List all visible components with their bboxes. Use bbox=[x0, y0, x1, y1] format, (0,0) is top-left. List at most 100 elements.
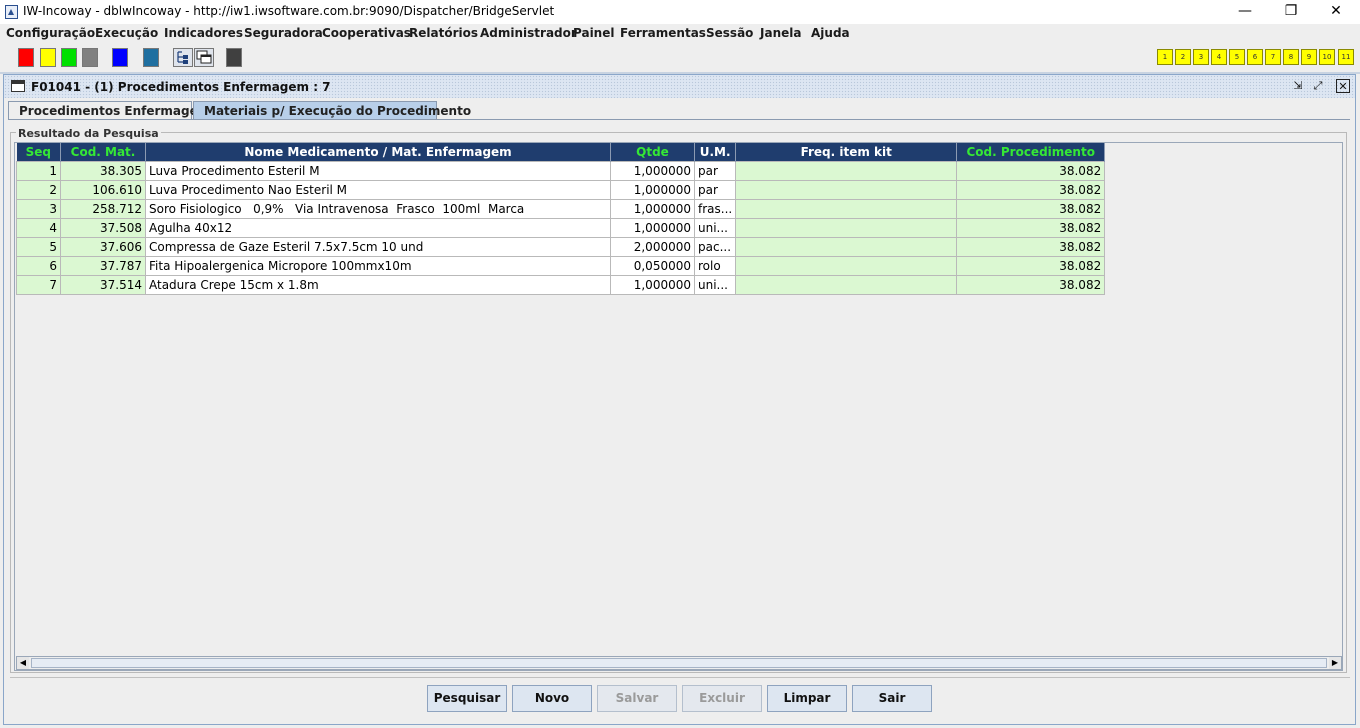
cell-seq[interactable]: 6 bbox=[16, 256, 61, 276]
cell-cod-procedimento[interactable]: 38.082 bbox=[956, 256, 1106, 276]
cell-cod-procedimento[interactable]: 38.082 bbox=[956, 199, 1106, 219]
gray-color-button[interactable] bbox=[82, 48, 98, 67]
quick-button-4[interactable]: 4 bbox=[1211, 49, 1227, 65]
cell-qtde[interactable]: 2,000000 bbox=[610, 237, 695, 257]
salvar-button[interactable]: Salvar bbox=[597, 685, 677, 712]
cell-qtde[interactable]: 1,000000 bbox=[610, 275, 695, 295]
column-header-seq[interactable]: Seq bbox=[16, 143, 61, 162]
quick-button-7[interactable]: 7 bbox=[1265, 49, 1281, 65]
table-row[interactable]: 6 37.787 Fita Hipoalergenica Micropore 1… bbox=[16, 256, 1106, 276]
cell-cod-mat[interactable]: 37.787 bbox=[60, 256, 146, 276]
cell-um[interactable]: fras... bbox=[693, 199, 737, 219]
quick-button-9[interactable]: 9 bbox=[1301, 49, 1317, 65]
excluir-button[interactable]: Excluir bbox=[682, 685, 762, 712]
quick-button-1[interactable]: 1 bbox=[1157, 49, 1173, 65]
cell-um[interactable]: par bbox=[693, 180, 737, 200]
cell-qtde[interactable]: 1,000000 bbox=[610, 218, 695, 238]
scrollbar-thumb[interactable] bbox=[31, 658, 1327, 668]
cell-cod-procedimento[interactable]: 38.082 bbox=[956, 218, 1106, 238]
column-header-cod-procedimento[interactable]: Cod. Procedimento bbox=[956, 143, 1106, 162]
cell-nome[interactable]: Soro Fisiologico 0,9% Via Intravenosa Fr… bbox=[145, 199, 611, 219]
scroll-left-icon[interactable]: ◀ bbox=[17, 657, 29, 669]
cell-seq[interactable]: 3 bbox=[16, 199, 61, 219]
cell-cod-mat[interactable]: 37.508 bbox=[60, 218, 146, 238]
menu-ajuda[interactable]: Ajuda bbox=[811, 26, 850, 40]
green-color-button[interactable] bbox=[61, 48, 77, 67]
menu-administrador[interactable]: Administrador bbox=[480, 26, 577, 40]
quick-button-6[interactable]: 6 bbox=[1247, 49, 1263, 65]
quick-button-3[interactable]: 3 bbox=[1193, 49, 1209, 65]
cell-seq[interactable]: 7 bbox=[16, 275, 61, 295]
windows-icon[interactable] bbox=[194, 48, 214, 67]
cell-nome[interactable]: Fita Hipoalergenica Micropore 100mmx10m bbox=[145, 256, 611, 276]
tree-view-icon[interactable] bbox=[173, 48, 193, 67]
menu-seguradora[interactable]: Seguradora bbox=[244, 26, 323, 40]
tab-procedimentos-enfermagem[interactable]: Procedimentos Enfermagem bbox=[8, 101, 210, 120]
menu-cooperativas[interactable]: Cooperativas bbox=[322, 26, 411, 40]
cell-cod-mat[interactable]: 37.514 bbox=[60, 275, 146, 295]
cell-um[interactable]: pac... bbox=[693, 237, 737, 257]
cell-freq[interactable] bbox=[735, 180, 958, 200]
minimize-icon[interactable]: — bbox=[1222, 0, 1268, 24]
cell-freq[interactable] bbox=[735, 237, 958, 257]
cell-nome[interactable]: Atadura Crepe 15cm x 1.8m bbox=[145, 275, 611, 295]
quick-button-5[interactable]: 5 bbox=[1229, 49, 1245, 65]
quick-button-10[interactable]: 10 bbox=[1319, 49, 1335, 65]
limpar-button[interactable]: Limpar bbox=[767, 685, 847, 712]
cell-cod-procedimento[interactable]: 38.082 bbox=[956, 180, 1106, 200]
cell-cod-procedimento[interactable]: 38.082 bbox=[956, 275, 1106, 295]
column-header-nome[interactable]: Nome Medicamento / Mat. Enfermagem bbox=[145, 143, 611, 162]
cell-qtde[interactable]: 1,000000 bbox=[610, 180, 695, 200]
tab-materiais-execucao[interactable]: Materiais p/ Execução do Procedimento bbox=[193, 101, 471, 120]
menu-painel[interactable]: Painel bbox=[573, 26, 614, 40]
quick-button-2[interactable]: 2 bbox=[1175, 49, 1191, 65]
cell-um[interactable]: rolo bbox=[693, 256, 737, 276]
menu-execucao[interactable]: Execução bbox=[95, 26, 158, 40]
table-row[interactable]: 4 37.508 Agulha 40x12 1,000000 uni... 38… bbox=[16, 218, 1106, 238]
dark-color-button[interactable] bbox=[226, 48, 242, 67]
close-icon[interactable]: ✕ bbox=[1313, 0, 1359, 24]
cell-seq[interactable]: 5 bbox=[16, 237, 61, 257]
table-row[interactable]: 2 106.610 Luva Procedimento Nao Esteril … bbox=[16, 180, 1106, 200]
cell-cod-mat[interactable]: 258.712 bbox=[60, 199, 146, 219]
cell-um[interactable]: par bbox=[693, 161, 737, 181]
cell-freq[interactable] bbox=[735, 275, 958, 295]
menu-janela[interactable]: Janela bbox=[760, 26, 801, 40]
cell-qtde[interactable]: 1,000000 bbox=[610, 199, 695, 219]
cell-cod-mat[interactable]: 106.610 bbox=[60, 180, 146, 200]
cell-freq[interactable] bbox=[735, 218, 958, 238]
cell-freq[interactable] bbox=[735, 161, 958, 181]
cell-seq[interactable]: 2 bbox=[16, 180, 61, 200]
red-color-button[interactable] bbox=[18, 48, 34, 67]
column-header-freq[interactable]: Freq. item kit bbox=[735, 143, 958, 162]
table-row[interactable]: 3 258.712 Soro Fisiologico 0,9% Via Intr… bbox=[16, 199, 1106, 219]
yellow-color-button[interactable] bbox=[40, 48, 56, 67]
sair-button[interactable]: Sair bbox=[852, 685, 932, 712]
column-header-qtde[interactable]: Qtde bbox=[610, 143, 695, 162]
scroll-right-icon[interactable]: ▶ bbox=[1329, 657, 1341, 669]
cell-freq[interactable] bbox=[735, 256, 958, 276]
horizontal-scrollbar[interactable]: ◀ ▶ bbox=[16, 656, 1342, 670]
frame-minimize-icon[interactable]: ⇲ bbox=[1291, 79, 1305, 93]
novo-button[interactable]: Novo bbox=[512, 685, 592, 712]
quick-button-8[interactable]: 8 bbox=[1283, 49, 1299, 65]
cell-nome[interactable]: Compressa de Gaze Esteril 7.5x7.5cm 10 u… bbox=[145, 237, 611, 257]
frame-close-icon[interactable]: ✕ bbox=[1336, 79, 1350, 93]
cell-cod-mat[interactable]: 37.606 bbox=[60, 237, 146, 257]
cell-cod-procedimento[interactable]: 38.082 bbox=[956, 161, 1106, 181]
table-row[interactable]: 1 38.305 Luva Procedimento Esteril M 1,0… bbox=[16, 161, 1106, 181]
menu-ferramentas[interactable]: Ferramentas bbox=[620, 26, 706, 40]
cell-um[interactable]: uni... bbox=[693, 218, 737, 238]
quick-button-11[interactable]: 11 bbox=[1338, 49, 1354, 65]
cell-cod-procedimento[interactable]: 38.082 bbox=[956, 237, 1106, 257]
menu-configuracao[interactable]: Configuração bbox=[6, 26, 95, 40]
blue-color-button[interactable] bbox=[112, 48, 128, 67]
table-row[interactable]: 7 37.514 Atadura Crepe 15cm x 1.8m 1,000… bbox=[16, 275, 1106, 295]
column-header-cod-mat[interactable]: Cod. Mat. bbox=[60, 143, 146, 162]
cell-qtde[interactable]: 0,050000 bbox=[610, 256, 695, 276]
cell-qtde[interactable]: 1,000000 bbox=[610, 161, 695, 181]
cell-nome[interactable]: Luva Procedimento Nao Esteril M bbox=[145, 180, 611, 200]
cell-seq[interactable]: 4 bbox=[16, 218, 61, 238]
cell-nome[interactable]: Agulha 40x12 bbox=[145, 218, 611, 238]
pesquisar-button[interactable]: Pesquisar bbox=[427, 685, 507, 712]
